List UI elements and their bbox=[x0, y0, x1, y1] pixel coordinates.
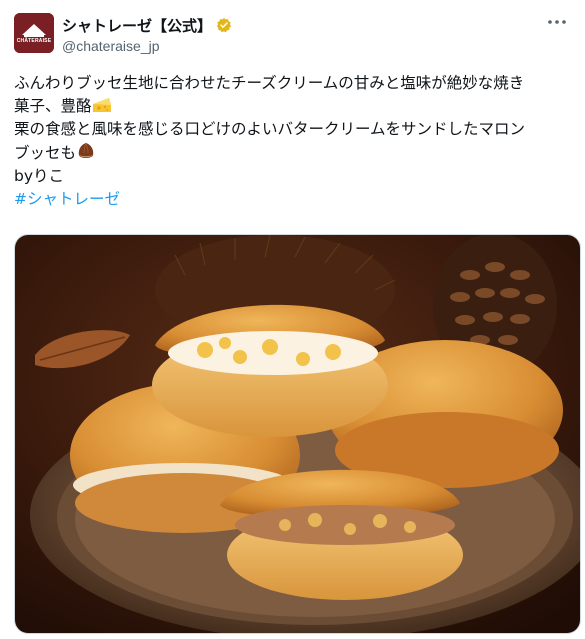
more-horizontal-icon[interactable] bbox=[547, 18, 567, 26]
avatar[interactable]: CHÂTERAISE bbox=[14, 13, 54, 53]
chestnut-icon bbox=[78, 142, 94, 158]
text-line-3: 栗の食感と風味を感じる口どけのよいバタークリームをサンドしたマロン bbox=[14, 120, 526, 138]
cheese-icon bbox=[92, 98, 111, 112]
avatar-logo-text: CHÂTERAISE bbox=[16, 38, 52, 44]
tweet-text: ふんわりブッセ生地に合わせたチーズクリームの甘みと塩味が絶妙な焼き 菓子、豊酪 … bbox=[14, 72, 576, 211]
handle[interactable]: @chateraise_jp bbox=[62, 38, 160, 54]
text-line-1: ふんわりブッセ生地に合わせたチーズクリームの甘みと塩味が絶妙な焼き bbox=[14, 74, 525, 92]
gold-verified-badge-icon[interactable] bbox=[216, 17, 232, 33]
tweet: CHÂTERAISE シャトレーゼ【公式】 @chateraise_jp ふんわ… bbox=[0, 0, 585, 639]
hashtag-link[interactable]: #シャトレーゼ bbox=[14, 190, 120, 208]
name-row: シャトレーゼ【公式】 bbox=[62, 15, 232, 35]
post-photo[interactable] bbox=[14, 234, 581, 634]
pastry-photo bbox=[15, 235, 580, 633]
display-name[interactable]: シャトレーゼ【公式】 bbox=[62, 15, 212, 36]
chateraise-logo-icon bbox=[14, 13, 54, 53]
text-line-4: ブッセも bbox=[14, 144, 77, 162]
text-line-5: byりこ bbox=[14, 167, 65, 185]
text-line-2: 菓子、豊酪 bbox=[14, 97, 92, 115]
